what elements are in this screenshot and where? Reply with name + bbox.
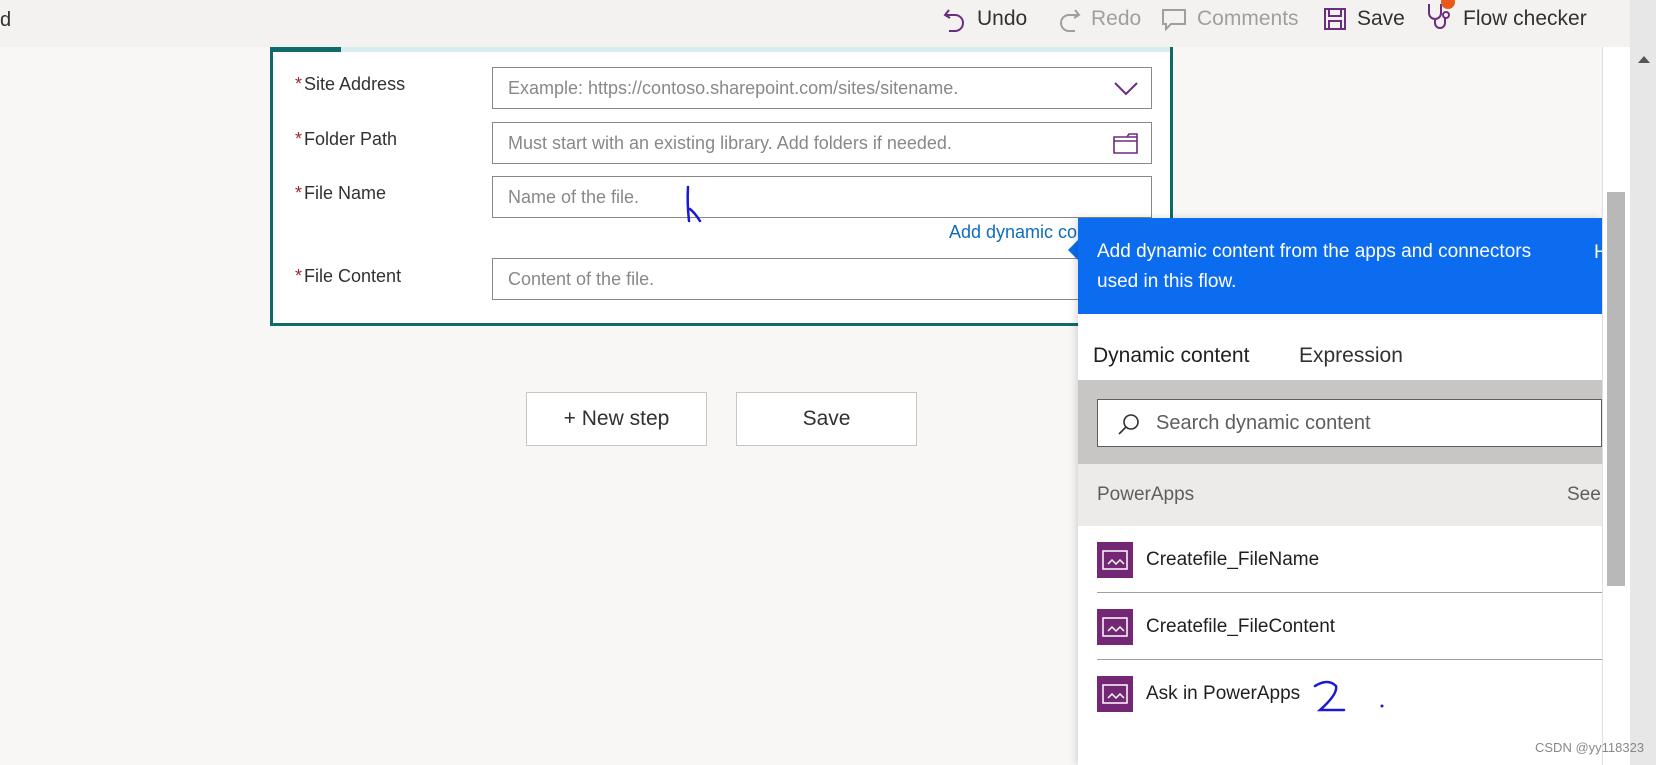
hide-panel-button[interactable]: H	[1594, 238, 1602, 268]
undo-label: Undo	[977, 7, 1028, 30]
file-name-placeholder: Name of the file.	[508, 186, 640, 207]
folder-path-label: * Folder Path	[295, 129, 397, 150]
site-address-input[interactable]: Example: https://contoso.sharepoint.com/…	[492, 67, 1152, 109]
chevron-down-icon[interactable]	[1113, 78, 1139, 98]
tab-dynamic-content[interactable]: Dynamic content	[1093, 344, 1249, 368]
undo-button[interactable]: Undo	[943, 4, 1027, 34]
site-address-placeholder: Example: https://contoso.sharepoint.com/…	[508, 77, 959, 98]
required-mark: *	[295, 74, 303, 94]
list-item-ask-in-powerapps[interactable]: Ask in PowerApps	[1078, 660, 1602, 727]
file-name-input[interactable]: Name of the file.	[492, 176, 1152, 218]
folder-icon[interactable]	[1113, 133, 1139, 155]
powerapps-icon	[1097, 675, 1133, 712]
new-step-button[interactable]: + New step	[526, 392, 707, 446]
file-content-input[interactable]: Content of the file.	[492, 258, 1152, 300]
folder-path-placeholder: Must start with an existing library. Add…	[508, 132, 952, 153]
file-name-text: File Name	[304, 183, 387, 203]
stethoscope-icon-wrap	[1425, 0, 1463, 37]
watermark: CSDN @yy118323	[1535, 740, 1645, 755]
panel-header-text: Add dynamic content from the apps and co…	[1097, 241, 1532, 292]
add-dynamic-content-link[interactable]: Add dynamic co	[949, 222, 1077, 243]
scroll-up-icon[interactable]	[1638, 56, 1650, 63]
folder-path-input[interactable]: Must start with an existing library. Add…	[492, 122, 1152, 164]
canvas-scrollbar[interactable]	[1630, 0, 1656, 765]
comments-label: Comments	[1197, 7, 1299, 30]
save-icon	[1324, 8, 1346, 30]
undo-icon	[943, 9, 964, 32]
powerapps-icon	[1097, 541, 1133, 578]
powerapps-group-header: PowerApps See l	[1078, 464, 1602, 526]
item-label: Createfile_FileContent	[1146, 615, 1336, 637]
card-accent	[273, 47, 341, 52]
flow-checker-button[interactable]: Flow checker	[1425, 0, 1587, 37]
search-icon	[1118, 414, 1139, 435]
save-button[interactable]: Save	[736, 392, 917, 446]
required-mark: *	[295, 183, 303, 203]
site-address-label: * Site Address	[295, 74, 405, 95]
required-mark: *	[295, 129, 303, 149]
dynamic-content-panel: Add dynamic content from the apps and co…	[1078, 218, 1602, 765]
folder-path-text: Folder Path	[304, 129, 398, 149]
file-content-text: File Content	[304, 266, 402, 286]
list-item-createfile-filename[interactable]: Createfile_FileName	[1078, 526, 1602, 593]
file-content-label: * File Content	[295, 266, 401, 287]
command-bar: d Undo Redo Comments Save Flow checker	[0, 0, 1630, 47]
redo-button[interactable]: Redo	[1057, 4, 1141, 34]
flow-checker-label: Flow checker	[1463, 7, 1587, 30]
item-label: Ask in PowerApps	[1146, 682, 1301, 704]
file-name-label: * File Name	[295, 183, 386, 204]
comment-icon	[1162, 9, 1186, 31]
site-address-text: Site Address	[304, 74, 406, 94]
panel-header: Add dynamic content from the apps and co…	[1078, 218, 1602, 314]
search-placeholder: Search dynamic content	[1156, 411, 1371, 434]
search-dynamic-content-input[interactable]: Search dynamic content	[1097, 399, 1602, 447]
redo-icon	[1060, 9, 1081, 32]
comments-button[interactable]: Comments	[1161, 4, 1299, 34]
required-mark: *	[295, 266, 303, 286]
save-toolbar-button[interactable]: Save	[1323, 4, 1405, 34]
powerapps-icon	[1097, 608, 1133, 645]
scrollbar-thumb[interactable]	[1607, 192, 1625, 586]
list-item-createfile-filecontent[interactable]: Createfile_FileContent	[1078, 593, 1602, 660]
tab-expression[interactable]: Expression	[1299, 344, 1403, 368]
create-file-action-card: * Site Address Example: https://contoso.s…	[270, 47, 1173, 326]
save-toolbar-label: Save	[1357, 7, 1405, 30]
item-label: Createfile_FileName	[1146, 548, 1320, 570]
scrollbar-track	[1602, 47, 1603, 765]
card-header-strip	[273, 47, 1170, 52]
search-band: Search dynamic content	[1078, 380, 1602, 464]
redo-label: Redo	[1091, 7, 1142, 30]
panel-scrollbar[interactable]	[1602, 47, 1630, 765]
group-name: PowerApps	[1097, 484, 1195, 505]
truncated-title: d	[0, 9, 12, 31]
see-more-link[interactable]: See l	[1567, 484, 1602, 506]
file-content-placeholder: Content of the file.	[508, 268, 655, 289]
